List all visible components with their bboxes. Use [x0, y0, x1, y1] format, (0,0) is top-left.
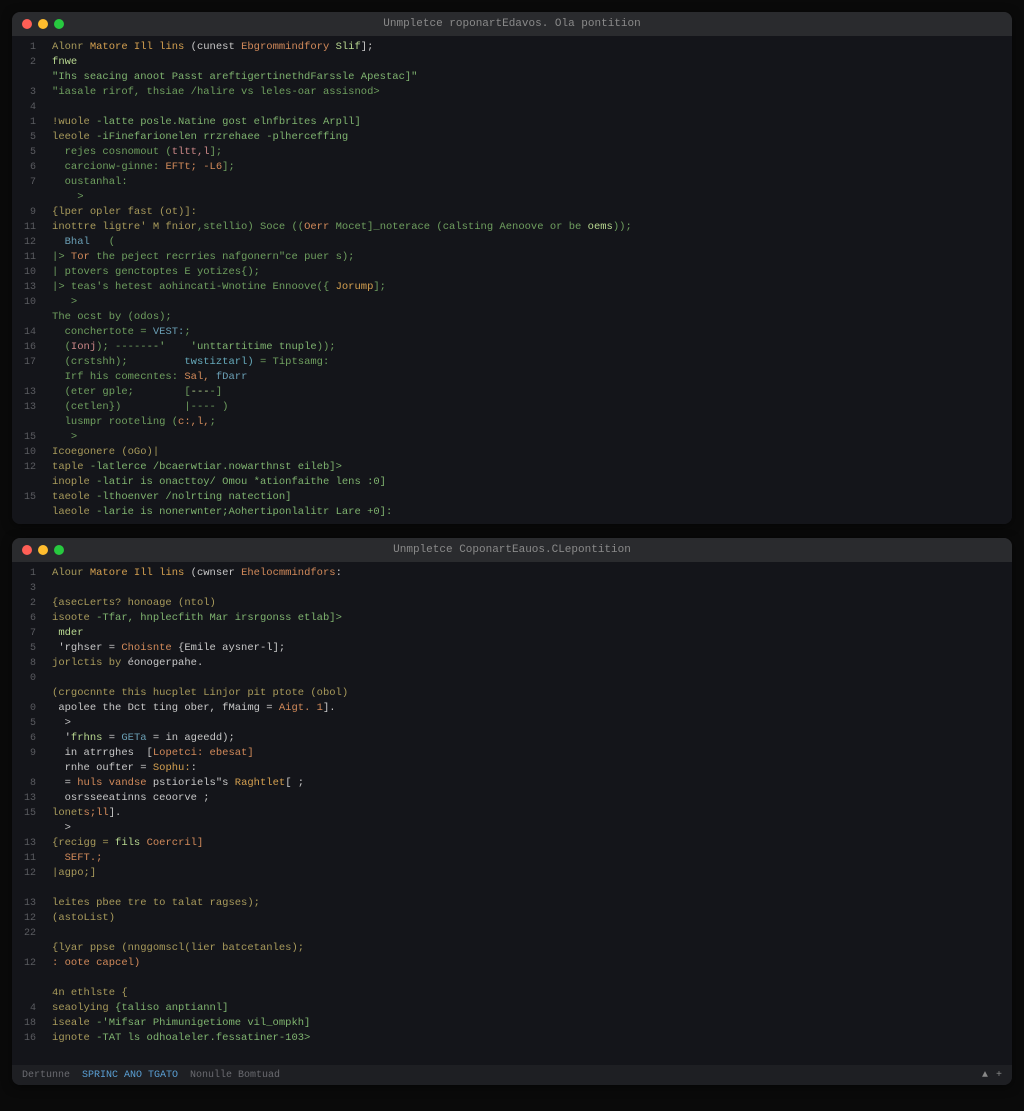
status-left-3[interactable]: Nonulle Bomtuad	[190, 1070, 280, 1081]
window-title-2: Unmpletce CoponartEauos.CLepontition	[393, 544, 631, 556]
status-left-1[interactable]: Dertunne	[22, 1070, 70, 1081]
close-icon[interactable]	[22, 19, 32, 29]
close-icon[interactable]	[22, 545, 32, 555]
minimize-icon[interactable]	[38, 19, 48, 29]
plus-icon[interactable]: +	[996, 1070, 1002, 1081]
titlebar-1[interactable]: Unmpletce roponartEdavos. Ola pontition	[12, 12, 1012, 36]
status-mode[interactable]: SPRINC ANO TGATO	[82, 1070, 178, 1081]
statusbar: Dertunne SPRINC ANO TGATO Nonulle Bomtua…	[12, 1065, 1012, 1085]
window-title-1: Unmpletce roponartEdavos. Ola pontition	[383, 18, 640, 30]
editor-window-1: Unmpletce roponartEdavos. Ola pontition …	[12, 12, 1012, 524]
line-gutter-1: 12 3415567 9111211101310 141617 1313 151…	[12, 36, 44, 524]
editor-area-2[interactable]: 13267580 0569 81315 131112 131222 12 418…	[12, 562, 1012, 1065]
maximize-icon[interactable]	[54, 19, 64, 29]
titlebar-2[interactable]: Unmpletce CoponartEauos.CLepontition	[12, 538, 1012, 562]
line-gutter-2: 13267580 0569 81315 131112 131222 12 418…	[12, 562, 44, 1065]
traffic-lights	[22, 545, 64, 555]
editor-window-2: Unmpletce CoponartEauos.CLepontition 132…	[12, 538, 1012, 1085]
code-content-2[interactable]: Alour Matore Ill lins (cwnser Ehelocmmin…	[44, 562, 1012, 1065]
minimize-icon[interactable]	[38, 545, 48, 555]
up-icon[interactable]: ▲	[982, 1070, 988, 1081]
editor-area-1[interactable]: 12 3415567 9111211101310 141617 1313 151…	[12, 36, 1012, 524]
traffic-lights	[22, 19, 64, 29]
code-content-1[interactable]: Alonr Matore Ill lins (cunest Ebgrommind…	[44, 36, 1012, 524]
maximize-icon[interactable]	[54, 545, 64, 555]
